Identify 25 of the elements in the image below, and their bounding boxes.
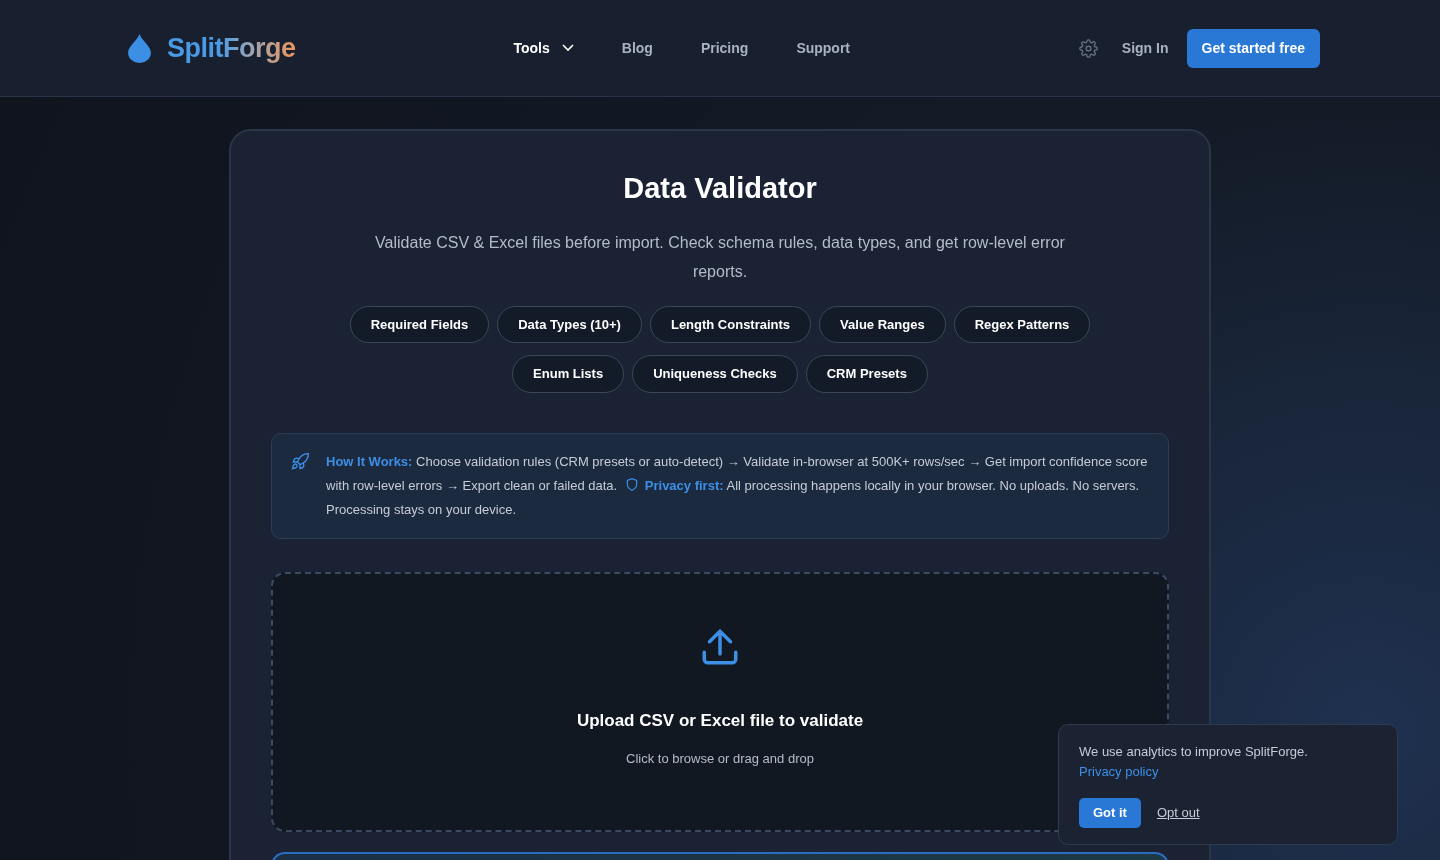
shield-icon <box>624 476 639 492</box>
nav-link[interactable]: Pricing <box>700 37 749 59</box>
info-text: How It Works: Choose validation rules (CRM presets or auto-detect) → Validate in-browser at 500K+ rows/sec → Get import confidence score with row-level errors → Export clean or failed data. Privacy first: All processing happens locally in your browser. No uploads. No servers. Processing stays on your device. <box>326 452 1149 519</box>
feature-tag: CRM Presets <box>805 355 928 393</box>
page-title: Data Validator <box>622 171 818 206</box>
settings-icon[interactable] <box>1078 38 1098 58</box>
nav-link[interactable]: Blog <box>621 37 653 59</box>
feature-tag: Regex Patterns <box>953 305 1091 344</box>
got-it-button[interactable]: Got it <box>1079 798 1141 828</box>
feature-tag: Uniqueness Checks <box>632 355 798 393</box>
drop-icon[interactable] <box>128 33 151 63</box>
privacy-policy-link[interactable]: Privacy policy <box>1079 764 1159 779</box>
upload-hint: Click to browse or drag and drop <box>626 750 814 769</box>
nav-link[interactable]: Tools <box>513 37 574 59</box>
feature-tag: Required Fields <box>349 305 490 344</box>
rocket-icon <box>290 451 310 472</box>
feature-tag: Value Ranges <box>819 305 946 344</box>
upload-title: Upload CSV or Excel file to validate <box>576 709 864 732</box>
feature-tag: Length Constraints <box>649 305 812 344</box>
feature-tag: Data Types (10+) <box>497 305 642 344</box>
sign-in-link[interactable]: Sign In <box>1121 37 1169 59</box>
get-started-button[interactable]: Get started free <box>1186 28 1320 68</box>
feature-tag: Enum Lists <box>512 355 625 393</box>
page-subtitle: Validate CSV & Excel files before import. Check schema rules, data types, and get row-level error reports. <box>375 232 1065 282</box>
nav-link[interactable]: Support <box>796 37 851 59</box>
